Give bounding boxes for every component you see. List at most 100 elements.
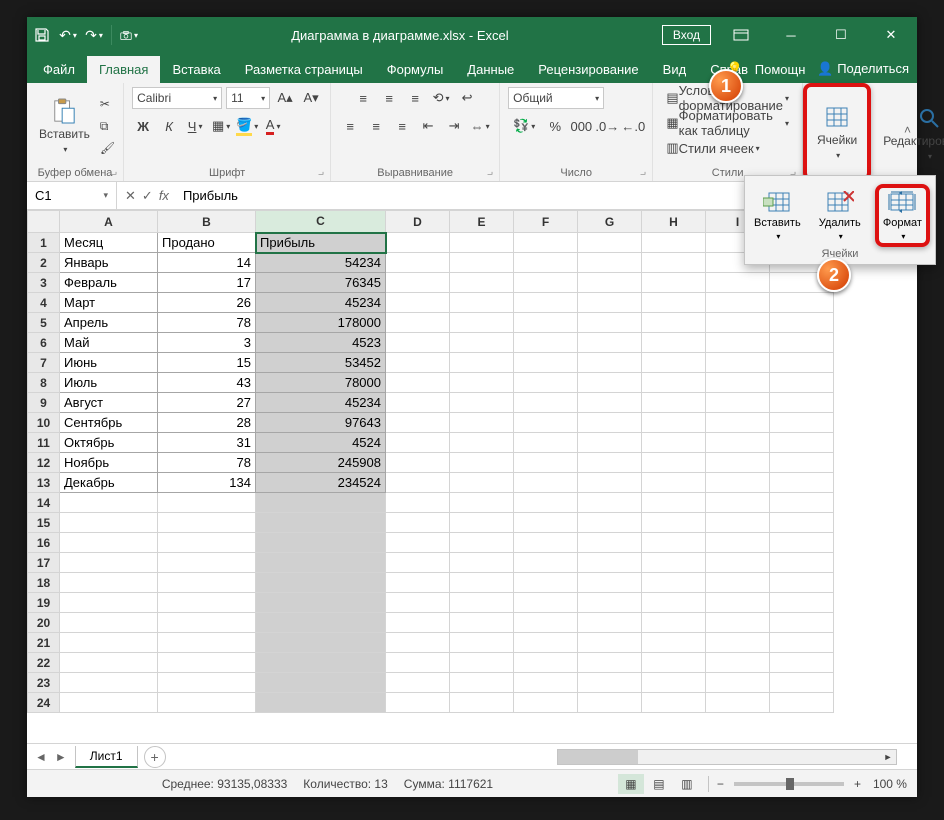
login-button[interactable]: Вход [662, 25, 711, 45]
tab-file[interactable]: Файл [31, 56, 87, 83]
col-header-D[interactable]: D [386, 211, 450, 233]
zoom-slider[interactable] [734, 782, 844, 786]
col-header-H[interactable]: H [642, 211, 706, 233]
editing-button[interactable]: Редактирование▾ [879, 102, 944, 165]
accounting-icon[interactable]: 💱▾ [508, 115, 540, 137]
font-name-combo[interactable]: Calibri▾ [132, 87, 222, 109]
font-color-icon[interactable]: A▾ [262, 115, 284, 137]
row-header-7[interactable]: 7 [28, 353, 60, 373]
number-format-combo[interactable]: Общий▾ [508, 87, 604, 109]
row-header-3[interactable]: 3 [28, 273, 60, 293]
cancel-formula-icon[interactable]: ✕ [125, 188, 136, 204]
row-header-10[interactable]: 10 [28, 413, 60, 433]
tab-review[interactable]: Рецензирование [526, 56, 650, 83]
row-header-11[interactable]: 11 [28, 433, 60, 453]
increase-indent-icon[interactable]: ⇥ [443, 115, 465, 137]
tab-formulas[interactable]: Формулы [375, 56, 456, 83]
undo-icon[interactable]: ↶▾ [59, 26, 77, 44]
decrease-decimal-icon[interactable]: ←.0 [622, 115, 644, 137]
zoom-out-icon[interactable]: − [717, 777, 724, 791]
row-header-22[interactable]: 22 [28, 653, 60, 673]
col-header-F[interactable]: F [514, 211, 578, 233]
horizontal-scrollbar[interactable]: ◄► [557, 749, 897, 765]
wrap-text-icon[interactable]: ↩ [456, 87, 478, 109]
spreadsheet-grid[interactable]: ABCDEFGHIJ1МесяцПроданоПрибыль2Январь145… [27, 210, 917, 743]
tab-data[interactable]: Данные [455, 56, 526, 83]
cut-icon[interactable]: ✂ [100, 95, 115, 113]
row-header-18[interactable]: 18 [28, 573, 60, 593]
align-top-icon[interactable]: ≡ [352, 87, 374, 109]
enter-formula-icon[interactable]: ✓ [142, 188, 153, 204]
tab-page-layout[interactable]: Разметка страницы [233, 56, 375, 83]
col-header-A[interactable]: A [60, 211, 158, 233]
redo-icon[interactable]: ↷▾ [85, 26, 103, 44]
row-header-15[interactable]: 15 [28, 513, 60, 533]
row-header-9[interactable]: 9 [28, 393, 60, 413]
align-middle-icon[interactable]: ≡ [378, 87, 400, 109]
insert-cells-button[interactable]: Вставить▾ [750, 188, 805, 243]
cells-group[interactable]: Ячейки▾ [803, 83, 871, 181]
tab-home[interactable]: Главная [87, 56, 160, 83]
save-icon[interactable] [33, 26, 51, 44]
underline-button[interactable]: Ч▾ [184, 115, 206, 137]
row-header-8[interactable]: 8 [28, 373, 60, 393]
col-header-C[interactable]: C [256, 211, 386, 233]
col-header-B[interactable]: B [158, 211, 256, 233]
format-as-table-button[interactable]: ▦ Форматировать как таблицу▾ [661, 112, 794, 134]
page-break-view-icon[interactable]: ▥ [674, 774, 700, 794]
align-bottom-icon[interactable]: ≡ [404, 87, 426, 109]
col-header-G[interactable]: G [578, 211, 642, 233]
sheet-prev-icon[interactable]: ◄ [35, 750, 47, 764]
row-header-14[interactable]: 14 [28, 493, 60, 513]
row-header-24[interactable]: 24 [28, 693, 60, 713]
row-header-17[interactable]: 17 [28, 553, 60, 573]
format-painter-icon[interactable]: 🖌 [100, 139, 115, 157]
tab-view[interactable]: Вид [651, 56, 699, 83]
row-header-16[interactable]: 16 [28, 533, 60, 553]
font-size-combo[interactable]: 11▾ [226, 87, 270, 109]
minimize-icon[interactable]: ─ [771, 17, 811, 53]
decrease-font-icon[interactable]: A▾ [300, 87, 322, 109]
sheet-next-icon[interactable]: ► [55, 750, 67, 764]
row-header-4[interactable]: 4 [28, 293, 60, 313]
row-header-19[interactable]: 19 [28, 593, 60, 613]
decrease-indent-icon[interactable]: ⇤ [417, 115, 439, 137]
row-header-13[interactable]: 13 [28, 473, 60, 493]
zoom-in-icon[interactable]: + [854, 777, 861, 791]
percent-icon[interactable]: % [544, 115, 566, 137]
assistant-label[interactable]: Помощн [755, 62, 806, 77]
bold-button[interactable]: Ж [132, 115, 154, 137]
normal-view-icon[interactable]: ▦ [618, 774, 644, 794]
merge-icon[interactable]: ⇔▾ [469, 115, 491, 137]
camera-icon[interactable]: ▾ [120, 26, 138, 44]
ribbon-display-icon[interactable] [721, 17, 761, 53]
tab-insert[interactable]: Вставка [160, 56, 232, 83]
close-icon[interactable]: ✕ [871, 17, 911, 53]
row-header-20[interactable]: 20 [28, 613, 60, 633]
italic-button[interactable]: К [158, 115, 180, 137]
name-box[interactable]: C1▾ [27, 182, 117, 209]
maximize-icon[interactable]: ☐ [821, 17, 861, 53]
page-layout-view-icon[interactable]: ▤ [646, 774, 672, 794]
row-header-5[interactable]: 5 [28, 313, 60, 333]
align-left-icon[interactable]: ≡ [339, 115, 361, 137]
share-button[interactable]: 👤 Поделиться [817, 61, 909, 77]
row-header-23[interactable]: 23 [28, 673, 60, 693]
increase-decimal-icon[interactable]: .0→ [596, 115, 618, 137]
fill-color-icon[interactable]: 🪣▾ [236, 115, 258, 137]
collapse-ribbon-icon[interactable]: ˄ [904, 123, 911, 137]
copy-icon[interactable]: ⧉ [100, 117, 115, 135]
row-header-2[interactable]: 2 [28, 253, 60, 273]
row-header-6[interactable]: 6 [28, 333, 60, 353]
increase-font-icon[interactable]: A▴ [274, 87, 296, 109]
format-cells-button[interactable]: Формат▾ [875, 184, 930, 247]
thousands-icon[interactable]: 000 [570, 115, 592, 137]
align-center-icon[interactable]: ≡ [365, 115, 387, 137]
cell-styles-button[interactable]: ▥ Стили ячеек▾ [661, 137, 764, 159]
orientation-icon[interactable]: ⟲▾ [430, 87, 452, 109]
delete-cells-button[interactable]: Удалить▾ [815, 188, 865, 243]
add-sheet-icon[interactable]: + [144, 746, 166, 768]
col-header-E[interactable]: E [450, 211, 514, 233]
row-header-1[interactable]: 1 [28, 233, 60, 253]
paste-button[interactable]: Вставить▾ [35, 95, 94, 158]
